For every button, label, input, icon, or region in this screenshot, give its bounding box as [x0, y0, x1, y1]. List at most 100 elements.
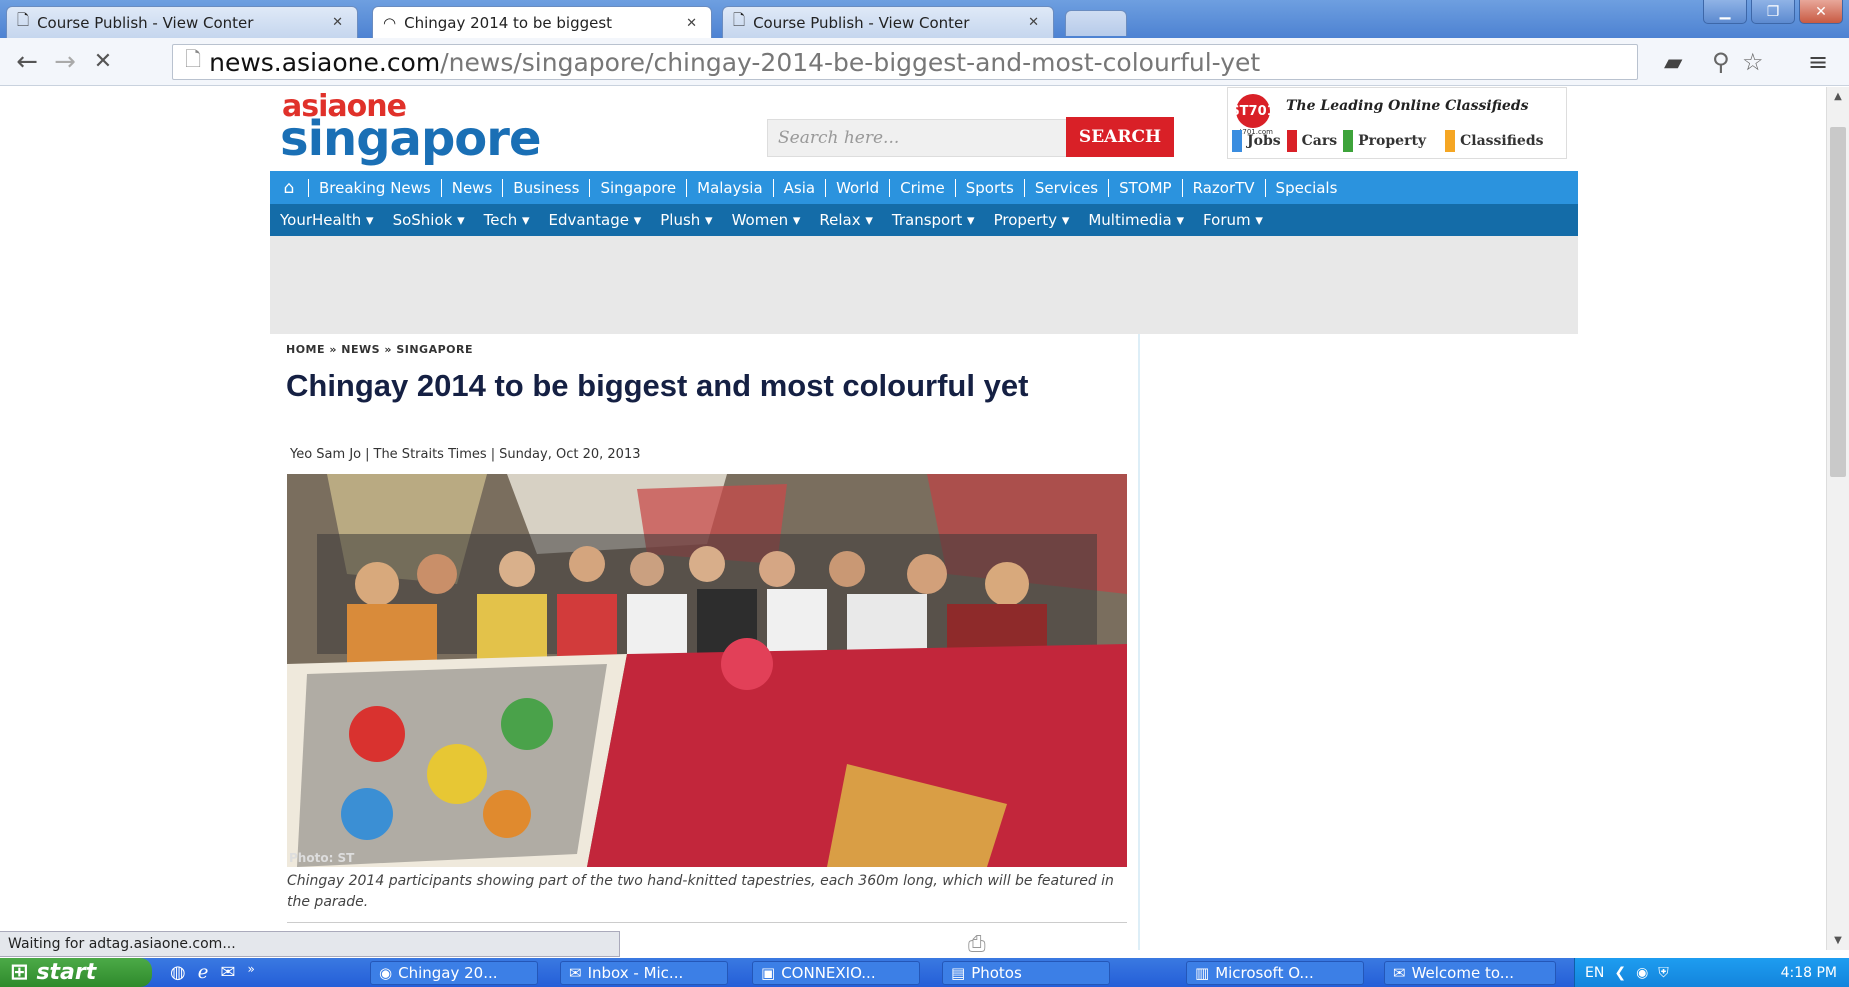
nav-asia[interactable]: Asia	[772, 178, 825, 197]
network-icon[interactable]: ◉	[1636, 965, 1648, 981]
nav-edvantage[interactable]: Edvantage ▾	[549, 211, 642, 229]
nav-business[interactable]: Business	[502, 178, 589, 197]
nav-singapore[interactable]: Singapore	[589, 178, 686, 197]
photo-credit: Photo: ST	[289, 851, 355, 865]
taskbar-item-microsoft[interactable]: ▥ Microsoft O...	[1186, 961, 1364, 985]
column-divider	[1138, 334, 1140, 950]
scroll-thumb[interactable]	[1830, 127, 1846, 477]
nav-soshiok[interactable]: SoShiok ▾	[393, 211, 465, 229]
taskbar-item-inbox[interactable]: ✉ Inbox - Mic...	[560, 961, 728, 985]
nav-news[interactable]: News	[440, 178, 503, 197]
nav-transport[interactable]: Transport ▾	[892, 211, 975, 229]
status-bar: Waiting for adtag.asiaone.com...	[0, 931, 620, 957]
vertical-scrollbar[interactable]: ▲ ▼	[1826, 87, 1849, 950]
maximize-button[interactable]: ❐	[1751, 0, 1795, 24]
minimize-button[interactable]: ▁	[1703, 0, 1747, 24]
toolbar: ← → ✕ 🗋 news.asiaone.com/news/singapore/…	[0, 38, 1849, 86]
clock[interactable]: 4:18 PM	[1781, 965, 1837, 981]
classifieds-jobs[interactable]: Jobs	[1232, 130, 1281, 152]
tab-chingay[interactable]: ◠ Chingay 2014 to be biggest ✕	[372, 6, 712, 39]
nav-services[interactable]: Services	[1023, 178, 1108, 197]
menu-icon[interactable]: ≡	[1808, 48, 1828, 76]
taskbar-item-chingay[interactable]: ◉ Chingay 20...	[370, 961, 538, 985]
taskbar: ⊞ start ◍ ℯ ✉ » ◉ Chingay 20... ✉ Inbox - …	[0, 958, 1849, 987]
url-host: news.asiaone.com	[209, 47, 441, 77]
address-bar[interactable]: 🗋 news.asiaone.com/news/singapore/chinga…	[172, 44, 1638, 80]
taskbar-label: Photos	[971, 964, 1022, 982]
close-window-button[interactable]: ✕	[1799, 0, 1843, 24]
chevron-icon[interactable]: »	[247, 962, 254, 983]
taskbar-label: Microsoft O...	[1215, 964, 1314, 982]
chrome-icon: ◉	[379, 964, 393, 982]
zoom-icon[interactable]: ⚲	[1712, 48, 1730, 76]
article-photo[interactable]	[287, 474, 1127, 867]
nav-women[interactable]: Women ▾	[732, 211, 801, 229]
nav-razortv[interactable]: RazorTV	[1181, 178, 1265, 197]
classifieds-banner[interactable]: ST701 st701.com The Leading Online Class…	[1227, 87, 1567, 159]
taskbar-label: CONNEXIO...	[781, 964, 876, 982]
classifieds-classifieds[interactable]: Classifieds	[1445, 130, 1545, 152]
browser-icon[interactable]: ◍	[170, 962, 186, 983]
search-input[interactable]: Search here...	[767, 119, 1069, 157]
nav-forum[interactable]: Forum ▾	[1203, 211, 1263, 229]
taskbar-item-connexio[interactable]: ▣ CONNEXIO...	[752, 961, 920, 985]
nav-specials[interactable]: Specials	[1264, 178, 1348, 197]
nav-breaking-news[interactable]: Breaking News	[308, 178, 441, 197]
ie-icon[interactable]: ℯ	[198, 962, 209, 983]
forward-arrow-icon[interactable]: →	[46, 47, 84, 77]
back-arrow-icon[interactable]: ←	[8, 47, 46, 77]
nav-malaysia[interactable]: Malaysia	[686, 178, 773, 197]
start-button[interactable]: ⊞ start	[0, 958, 152, 987]
byline: Yeo Sam Jo | The Straits Times | Sunday, Oct…	[290, 447, 641, 462]
loading-icon: ◠	[383, 14, 397, 32]
nav-relax[interactable]: Relax ▾	[819, 211, 873, 229]
classifieds-property[interactable]: Property	[1343, 130, 1439, 152]
nav-plush[interactable]: Plush ▾	[660, 211, 712, 229]
print-icon[interactable]: ⎙	[968, 932, 986, 957]
nav-yourhealth[interactable]: YourHealth ▾	[280, 211, 374, 229]
photo-caption: Chingay 2014 participants showing part o…	[287, 873, 1114, 910]
tab-course-publish-1[interactable]: 🗋 Course Publish - View Conter ✕	[6, 6, 358, 38]
tab-label: Chingay 2014 to be biggest	[404, 14, 613, 32]
author-name: Yeo Sam Jo	[290, 447, 362, 462]
breadcrumb[interactable]: HOME » NEWS » SINGAPORE	[286, 343, 473, 356]
nav-world[interactable]: World	[825, 178, 889, 197]
singapore-logo[interactable]: singapore	[280, 111, 542, 167]
nav-tech[interactable]: Tech ▾	[484, 211, 530, 229]
tab-course-publish-2[interactable]: 🗋 Course Publish - View Conter ✕	[722, 6, 1054, 38]
article-date: Sunday, Oct 20, 2013	[499, 447, 641, 462]
scroll-up-icon[interactable]: ▲	[1827, 91, 1849, 102]
taskbar-label: Chingay 20...	[398, 964, 498, 982]
page-icon: 🗋	[17, 11, 30, 29]
close-icon[interactable]: ✕	[1028, 15, 1039, 30]
nav-sports[interactable]: Sports	[954, 178, 1024, 197]
language-indicator[interactable]: EN	[1585, 965, 1604, 981]
nav-crime[interactable]: Crime	[889, 178, 955, 197]
tray-arrow-icon[interactable]: ❮	[1614, 965, 1626, 981]
close-icon[interactable]: ✕	[686, 16, 697, 31]
quick-launch: ◍ ℯ ✉ »	[170, 962, 255, 983]
nav-stomp[interactable]: STOMP	[1108, 178, 1181, 197]
nav-multimedia[interactable]: Multimedia ▾	[1088, 211, 1184, 229]
close-icon[interactable]: ✕	[332, 15, 343, 30]
shield-icon[interactable]: ⛨	[1658, 965, 1669, 981]
stop-icon[interactable]: ✕	[84, 49, 122, 74]
classifieds-title: The Leading Online Classifieds	[1286, 98, 1529, 114]
taskbar-item-welcome[interactable]: ✉ Welcome to...	[1384, 961, 1556, 985]
classifieds-cars[interactable]: Cars	[1286, 130, 1337, 152]
mail-icon[interactable]: ✉	[220, 962, 235, 983]
star-icon[interactable]: ☆	[1742, 48, 1764, 76]
system-tray: EN ❮ ◉ ⛨ 4:18 PM	[1574, 958, 1849, 987]
new-tab-button[interactable]	[1065, 10, 1127, 36]
nav-property[interactable]: Property ▾	[994, 211, 1070, 229]
ad-banner[interactable]	[270, 236, 1578, 334]
home-icon[interactable]: ⌂	[270, 178, 308, 198]
outlook-icon: ✉	[569, 964, 582, 982]
scroll-down-icon[interactable]: ▼	[1827, 935, 1849, 946]
secondary-nav: YourHealth ▾ SoShiok ▾ Tech ▾ Edvantage …	[270, 204, 1578, 236]
windows-logo-icon: ⊞	[10, 960, 29, 985]
divider	[287, 922, 1127, 923]
flag-icon[interactable]: ▰	[1664, 48, 1682, 76]
taskbar-item-photos[interactable]: ▤ Photos	[942, 961, 1110, 985]
search-button[interactable]: SEARCH	[1066, 117, 1174, 157]
